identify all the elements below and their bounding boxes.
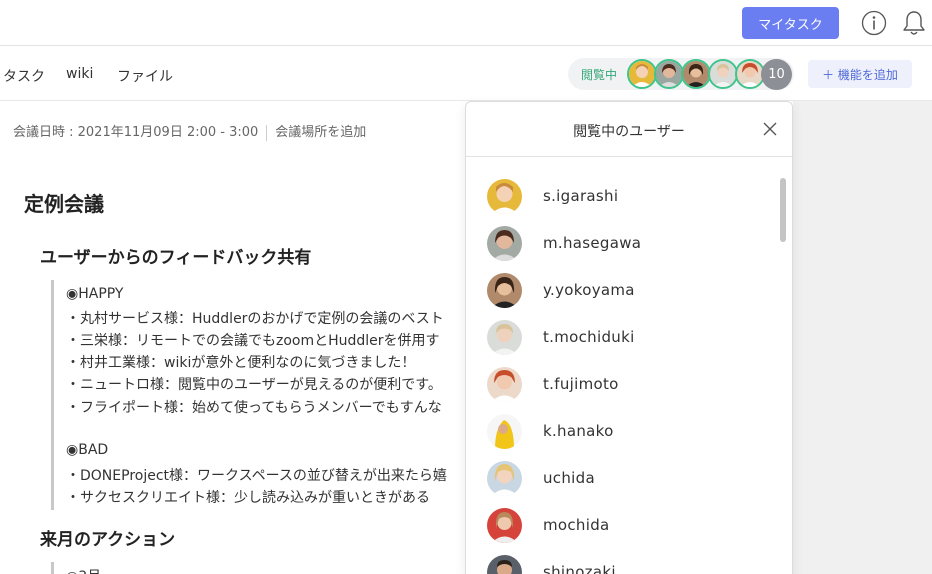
- list-item[interactable]: uchida: [466, 455, 776, 502]
- avatar: [487, 273, 522, 308]
- add-feature-button[interactable]: ＋ 機能を追加: [808, 60, 912, 88]
- user-list[interactable]: s.igarashi m.hasegawa y.yokoyama t.mochi…: [466, 158, 792, 574]
- avatar[interactable]: [627, 59, 657, 89]
- user-name: uchida: [543, 469, 595, 487]
- meeting-meta: 会議日時 : 2021年11月09日 2:00 - 3:00 会議場所を追加: [13, 121, 366, 141]
- viewers-count-badge[interactable]: 10: [761, 59, 792, 90]
- feedback-line: ・サクセスクリエイト様：少し読み込みが重いときがある: [66, 490, 430, 506]
- feedback-line: ・三栄様：リモートでの会議でもzoomとHuddlerを併用す: [66, 333, 440, 349]
- user-name: t.fujimoto: [543, 375, 619, 393]
- popup-header: 閲覧中のユーザー: [466, 102, 792, 157]
- avatar[interactable]: [654, 59, 684, 89]
- blockquote-bar: [51, 280, 54, 510]
- avatar: [487, 226, 522, 261]
- avatar: [487, 461, 522, 496]
- top-bar: マイタスク: [0, 0, 932, 46]
- avatar: [487, 320, 522, 355]
- scrollbar[interactable]: [780, 178, 786, 242]
- avatar: [487, 367, 522, 402]
- feedback-line: ◉BAD: [66, 442, 109, 458]
- user-name: shinozaki: [543, 563, 616, 574]
- list-item[interactable]: m.hasegawa: [466, 220, 776, 267]
- section-heading-feedback: ユーザーからのフィードバック共有: [40, 248, 312, 268]
- divider: [266, 124, 268, 141]
- user-name: y.yokoyama: [543, 281, 635, 299]
- avatar[interactable]: [681, 59, 711, 89]
- info-icon[interactable]: [861, 10, 887, 36]
- avatar: [487, 179, 522, 214]
- avatar[interactable]: [708, 59, 738, 89]
- action-line: ◉3月: [66, 566, 101, 574]
- viewers-label: 閲覧中: [581, 68, 618, 82]
- tab-tasks[interactable]: タスク: [3, 66, 45, 86]
- user-name: mochida: [543, 516, 610, 534]
- blockquote-bar: [51, 562, 54, 574]
- feedback-line: ・DONEProject様：ワークスペースの並び替えが出来たら嬉: [66, 468, 447, 484]
- avatar: [487, 508, 522, 543]
- feedback-line: ・丸村サービス様：Huddlerのおかげで定例の会議のベスト: [66, 311, 444, 327]
- feedback-line: ◉HAPPY: [66, 286, 124, 302]
- list-item[interactable]: shinozaki: [466, 549, 776, 574]
- feedback-line: ・フライポート様：始めて使ってもらうメンバーでもすんな: [66, 400, 442, 416]
- popup-title: 閲覧中のユーザー: [573, 124, 685, 140]
- close-icon[interactable]: [762, 121, 778, 137]
- avatar: [487, 555, 522, 574]
- page-title: 定例会議: [24, 192, 104, 216]
- list-item[interactable]: s.igarashi: [466, 173, 776, 220]
- my-task-button[interactable]: マイタスク: [742, 7, 839, 39]
- tab-bar: タスク wiki ファイル 閲覧中 10 ＋ 機能を追加: [0, 47, 932, 101]
- user-name: t.mochiduki: [543, 328, 635, 346]
- tab-files[interactable]: ファイル: [117, 66, 173, 86]
- right-panel-background: [793, 101, 932, 574]
- meeting-datetime[interactable]: 会議日時 : 2021年11月09日 2:00 - 3:00: [13, 125, 258, 140]
- tab-wiki[interactable]: wiki: [66, 66, 93, 82]
- list-item[interactable]: t.mochiduki: [466, 314, 776, 361]
- user-name: k.hanako: [543, 422, 614, 440]
- user-name: m.hasegawa: [543, 234, 642, 252]
- list-item[interactable]: y.yokoyama: [466, 267, 776, 314]
- viewers-popup: 閲覧中のユーザー s.igarashi m.hasegawa y.yokoyam…: [465, 101, 793, 574]
- feedback-line: ・村井工業様：wikiが意外と便利なのに気づきました！: [66, 355, 416, 371]
- avatar: [487, 414, 522, 449]
- list-item[interactable]: t.fujimoto: [466, 361, 776, 408]
- feedback-line: ・ニュートロ様：閲覧中のユーザーが見えるのが便利です。: [66, 377, 442, 393]
- viewers-indicator[interactable]: 閲覧中 10: [568, 58, 794, 90]
- user-name: s.igarashi: [543, 187, 619, 205]
- list-item[interactable]: mochida: [466, 502, 776, 549]
- list-item[interactable]: k.hanako: [466, 408, 776, 455]
- bell-icon[interactable]: [900, 9, 928, 37]
- section-heading-next-month: 来月のアクション: [40, 530, 176, 550]
- add-location-link[interactable]: 会議場所を追加: [275, 125, 366, 140]
